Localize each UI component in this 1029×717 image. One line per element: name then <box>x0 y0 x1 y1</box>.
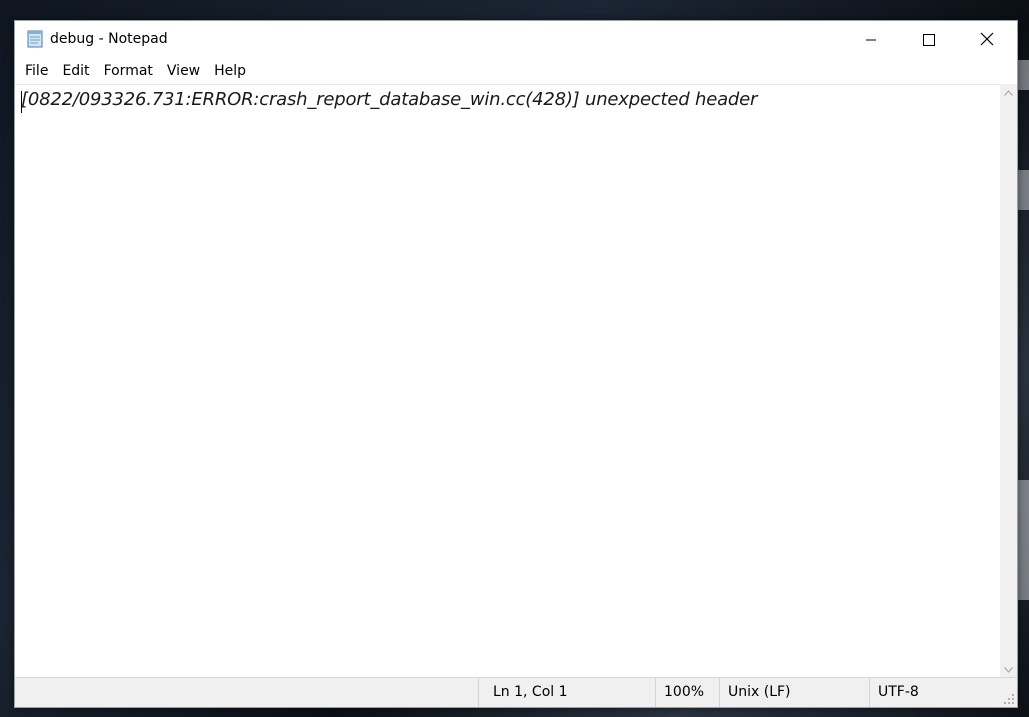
resize-grip-icon[interactable] <box>1003 693 1015 705</box>
editor-content: [0822/093326.731:ERROR:crash_report_data… <box>21 89 758 110</box>
close-button[interactable] <box>958 21 1016 59</box>
menu-bar: File Edit Format View Help <box>15 59 1017 83</box>
menu-format[interactable]: Format <box>97 59 160 83</box>
notepad-icon <box>25 29 45 49</box>
status-zoom: 100% <box>655 678 719 707</box>
close-icon <box>980 31 994 50</box>
menu-file[interactable]: File <box>18 59 55 83</box>
menu-edit[interactable]: Edit <box>55 59 96 83</box>
menu-help[interactable]: Help <box>207 59 253 83</box>
scroll-up-icon[interactable] <box>1000 84 1017 101</box>
minimize-button[interactable] <box>842 21 900 59</box>
desktop-background-stripe <box>1018 170 1029 210</box>
window-title: debug - Notepad <box>50 31 168 47</box>
status-bar: Ln 1, Col 1 100% Unix (LF) UTF-8 <box>15 677 1017 707</box>
notepad-window: debug - Notepad File Edit Format View He… <box>14 20 1018 708</box>
scroll-down-icon[interactable] <box>1000 661 1017 678</box>
title-bar[interactable]: debug - Notepad <box>15 21 1017 59</box>
text-editor[interactable]: [0822/093326.731:ERROR:crash_report_data… <box>15 84 1000 678</box>
menu-view[interactable]: View <box>160 59 207 83</box>
desktop-background-stripe <box>1018 480 1029 600</box>
minimize-icon <box>865 31 877 50</box>
status-encoding: UTF-8 <box>869 678 1019 707</box>
maximize-icon <box>923 31 935 50</box>
status-position: Ln 1, Col 1 <box>478 678 655 707</box>
desktop-background <box>1018 60 1029 90</box>
vertical-scrollbar[interactable] <box>1000 84 1017 678</box>
maximize-button[interactable] <box>900 21 958 59</box>
status-line-ending: Unix (LF) <box>719 678 869 707</box>
